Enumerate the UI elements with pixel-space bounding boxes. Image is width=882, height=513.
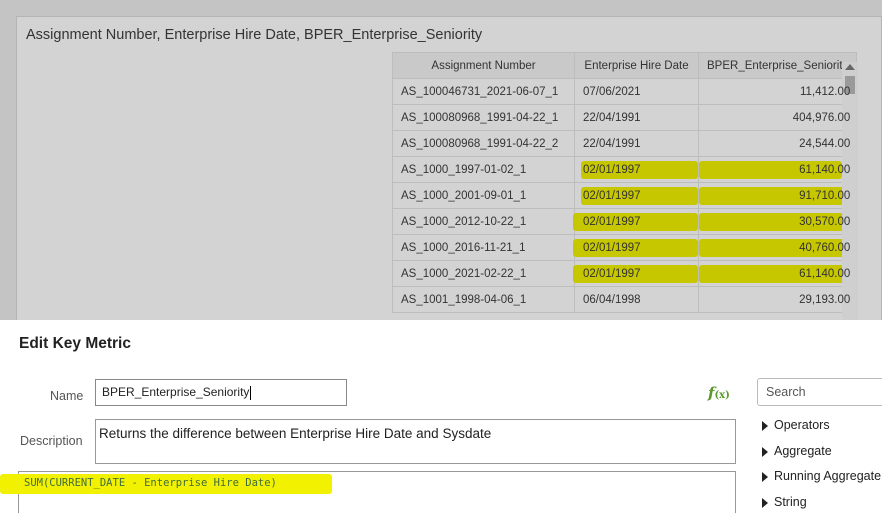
scroll-up-arrow-icon[interactable] — [845, 64, 855, 70]
function-icon[interactable]: f(x) — [708, 384, 730, 402]
search-input[interactable]: Search — [757, 378, 882, 406]
cell-seniority: 404,976.00 — [697, 104, 858, 131]
table-row[interactable]: AS_1000_2001-09-01_1 02/01/1997 91,710.00 — [392, 182, 858, 209]
name-input[interactable]: BPER_Enterprise_Seniority — [95, 379, 347, 406]
column-header-seniority[interactable]: BPER_Enterprise_Seniority — [697, 52, 858, 79]
report-area: Assignment Number, Enterprise Hire Date,… — [0, 0, 882, 320]
table-row[interactable]: AS_100080968_1991-04-22_2 22/04/1991 24,54… — [392, 130, 858, 157]
cell-enterprise-hire-date: 07/06/2021 — [574, 78, 699, 105]
expand-triangle-icon — [762, 471, 768, 482]
cell-assignment-number: AS_1000_2012-10-22_1 — [392, 208, 575, 235]
column-header-enterprise-hire-date[interactable]: Enterprise Hire Date — [574, 52, 699, 79]
tree-item-string[interactable]: String — [762, 495, 807, 509]
tree-item-running-aggregate[interactable]: Running Aggregate — [762, 469, 881, 483]
expression-text: SUM(CURRENT_DATE - Enterprise Hire Date) — [24, 477, 277, 489]
table-row[interactable]: AS_1000_2012-10-22_1 02/01/1997 30,570.00 — [392, 208, 858, 235]
cell-assignment-number: AS_100046731_2021-06-07_1 — [392, 78, 575, 105]
cell-seniority: 11,412.00 — [697, 78, 858, 105]
cell-enterprise-hire-date: 02/01/1997 — [573, 234, 699, 261]
column-header-assignment-number[interactable]: Assignment Number — [392, 52, 575, 79]
expand-triangle-icon — [762, 446, 768, 457]
table-header-row: Assignment Number Enterprise Hire Date B… — [392, 52, 858, 79]
text-caret — [250, 385, 252, 400]
cell-seniority: 61,140.00 — [697, 260, 858, 287]
cell-enterprise-hire-date: 02/01/1997 — [574, 156, 699, 183]
cell-enterprise-hire-date: 22/04/1991 — [574, 130, 699, 157]
expand-triangle-icon — [762, 497, 768, 508]
cell-assignment-number: AS_1000_1997-01-02_1 — [392, 156, 575, 183]
name-input-value: BPER_Enterprise_Seniority — [102, 385, 250, 399]
cell-enterprise-hire-date: 02/01/1997 — [574, 182, 699, 209]
cell-enterprise-hire-date: 02/01/1997 — [573, 208, 699, 235]
cell-seniority: 61,140.00 — [697, 156, 858, 183]
table-row[interactable]: AS_100080968_1991-04-22_1 22/04/1991 404,9… — [392, 104, 858, 131]
cell-enterprise-hire-date: 06/04/1998 — [574, 286, 699, 313]
report-table: Assignment Number Enterprise Hire Date B… — [392, 52, 858, 313]
cell-seniority: 91,710.00 — [697, 182, 858, 209]
table-row[interactable]: AS_100046731_2021-06-07_1 07/06/2021 11,41… — [392, 78, 858, 105]
tree-item-operators[interactable]: Operators — [762, 418, 830, 432]
cell-seniority: 24,544.00 — [697, 130, 858, 157]
cell-seniority: 40,760.00 — [697, 234, 858, 261]
cell-enterprise-hire-date: 02/01/1997 — [573, 260, 699, 287]
dialog-title: Edit Key Metric — [19, 335, 131, 352]
cell-assignment-number: AS_1000_2016-11-21_1 — [392, 234, 575, 261]
cell-assignment-number: AS_1000_2001-09-01_1 — [392, 182, 575, 209]
cell-assignment-number: AS_1000_2021-02-22_1 — [392, 260, 575, 287]
cell-assignment-number: AS_1001_1998-04-06_1 — [392, 286, 575, 313]
cell-seniority: 29,193.00 — [697, 286, 858, 313]
cell-assignment-number: AS_100080968_1991-04-22_2 — [392, 130, 575, 157]
cell-enterprise-hire-date: 22/04/1991 — [574, 104, 699, 131]
table-row[interactable]: AS_1000_2016-11-21_1 02/01/1997 40,760.00 — [392, 234, 858, 261]
table-row[interactable]: AS_1000_2021-02-22_1 02/01/1997 61,140.00 — [392, 260, 858, 287]
name-label: Name — [50, 389, 84, 403]
expand-triangle-icon — [762, 420, 768, 431]
edit-key-metric-dialog: Edit Key Metric Name BPER_Enterprise_Sen… — [0, 320, 882, 513]
table-row[interactable]: AS_1000_1997-01-02_1 02/01/1997 61,140.00 — [392, 156, 858, 183]
table-row[interactable]: AS_1001_1998-04-06_1 06/04/1998 29,193.00 — [392, 286, 858, 313]
description-input[interactable]: Returns the difference between Enterpris… — [95, 419, 736, 464]
report-title: Assignment Number, Enterprise Hire Date,… — [26, 27, 483, 43]
description-label: Description — [20, 434, 83, 448]
cell-assignment-number: AS_100080968_1991-04-22_1 — [392, 104, 575, 131]
cell-seniority: 30,570.00 — [697, 208, 858, 235]
tree-item-aggregate[interactable]: Aggregate — [762, 444, 832, 458]
